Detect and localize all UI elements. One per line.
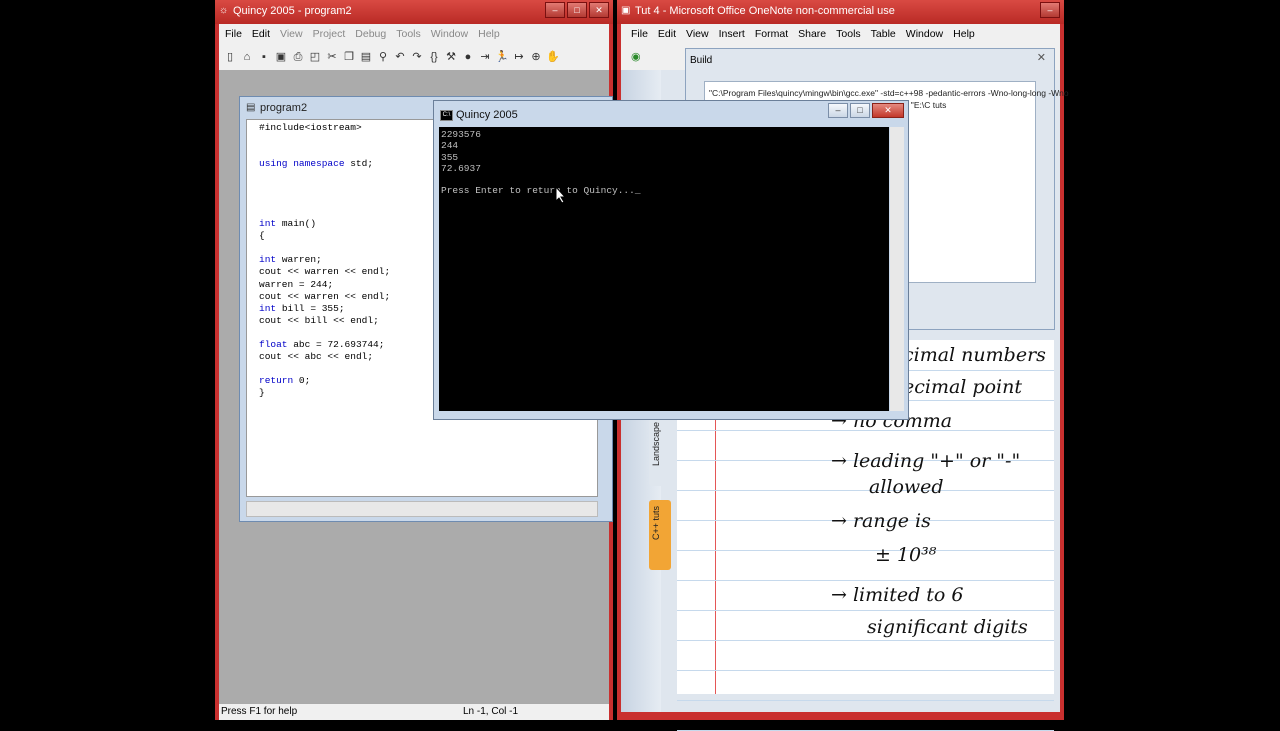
note-line: allowed	[869, 476, 944, 498]
onenote-menubar: File Edit View Insert Format Share Tools…	[621, 24, 1060, 44]
quincy-app-icon: ☼	[219, 5, 229, 16]
onenote-app-icon: ▣	[621, 5, 631, 16]
ruled-line	[677, 550, 1054, 551]
menu-debug[interactable]: Debug	[355, 28, 386, 40]
ruled-line	[677, 640, 1054, 641]
onenote-titlebar[interactable]: ▣ Tut 4 - Microsoft Office OneNote non-c…	[617, 0, 1064, 24]
ruled-line	[677, 700, 1054, 701]
build-close-icon[interactable]: ✕	[1037, 51, 1046, 64]
menu-tools[interactable]: Tools	[396, 28, 421, 40]
ruled-line	[677, 610, 1054, 611]
save-icon[interactable]: ▪	[257, 50, 271, 64]
tab-landscape[interactable]: Landscape	[649, 416, 671, 486]
build-title: Build	[690, 55, 713, 66]
on-menu-tools[interactable]: Tools	[836, 28, 861, 40]
build-icon[interactable]: ⚒	[444, 50, 458, 64]
step-icon[interactable]: ⇥	[478, 50, 492, 64]
console-maximize-button[interactable]: □	[850, 103, 870, 118]
save-all-icon[interactable]: ▣	[274, 50, 288, 64]
console-output: 2293576 244 355 72.6937 Press Enter to r…	[441, 129, 641, 197]
program2-title: program2	[260, 102, 308, 114]
ruled-line	[677, 490, 1054, 491]
status-help-text: Press F1 for help	[221, 706, 298, 717]
stop-icon[interactable]: ●	[461, 50, 475, 64]
breakpoint-icon[interactable]: ✋	[546, 50, 560, 64]
on-menu-share[interactable]: Share	[798, 28, 826, 40]
console-screen[interactable]: 2293576 244 355 72.6937 Press Enter to r…	[439, 127, 889, 411]
menu-window[interactable]: Window	[431, 28, 468, 40]
menu-view[interactable]: View	[280, 28, 303, 40]
open-folder-icon[interactable]: ⌂	[240, 50, 254, 64]
ruled-line	[677, 580, 1054, 581]
ruled-line	[677, 670, 1054, 671]
onenote-minimize-button[interactable]: –	[1040, 2, 1060, 18]
document-icon: ▤	[246, 102, 256, 113]
onenote-title: Tut 4 - Microsoft Office OneNote non-com…	[635, 5, 895, 17]
quincy-toolbar: ▯ ⌂ ▪ ▣ ⎙ ◰ ✂ ❐ ▤ ⚲ ↶ ↷ {} ⚒ ● ⇥ 🏃 ↦ ⊕ ✋	[219, 44, 609, 71]
menu-project[interactable]: Project	[313, 28, 346, 40]
menu-file[interactable]: File	[225, 28, 242, 40]
console-minimize-button[interactable]: –	[828, 103, 848, 118]
menu-help[interactable]: Help	[478, 28, 500, 40]
menu-edit[interactable]: Edit	[252, 28, 270, 40]
print-icon[interactable]: ⎙	[291, 50, 305, 64]
console-title: Quincy 2005	[456, 109, 518, 121]
minimize-button[interactable]: –	[545, 2, 565, 18]
run-icon[interactable]: 🏃	[495, 50, 509, 64]
copy-icon[interactable]: ❐	[342, 50, 356, 64]
redo-icon[interactable]: ↷	[410, 50, 424, 64]
horizontal-scrollbar[interactable]	[246, 501, 598, 517]
bracket-icon[interactable]: {}	[427, 50, 441, 64]
print-preview-icon[interactable]: ◰	[308, 50, 322, 64]
note-line: ecimal point	[903, 376, 1022, 398]
on-menu-table[interactable]: Table	[871, 28, 896, 40]
status-position: Ln -1, Col -1	[463, 706, 519, 717]
tab-cpp-tuts[interactable]: C++ tuts	[649, 500, 671, 570]
paste-icon[interactable]: ▤	[359, 50, 373, 64]
mouse-cursor-icon	[555, 186, 567, 204]
console-window: C:\ Quincy 2005 – □ ✕ 2293576 244 355 72…	[433, 100, 909, 420]
note-line: → leading "+" or "-"	[831, 450, 1021, 472]
console-scrollbar[interactable]	[890, 127, 904, 411]
on-menu-view[interactable]: View	[686, 28, 709, 40]
console-close-button[interactable]: ✕	[872, 103, 904, 118]
status-bar: Press F1 for help Ln -1, Col -1	[219, 703, 609, 720]
note-line: → limited to 6	[831, 584, 964, 606]
quincy-menubar: File Edit View Project Debug Tools Windo…	[219, 24, 609, 44]
on-menu-file[interactable]: File	[631, 28, 648, 40]
build-output-line: "C:\Program Files\quincy\mingw\bin\gcc.e…	[709, 88, 1069, 98]
on-menu-format[interactable]: Format	[755, 28, 788, 40]
watch-icon[interactable]: ⊕	[529, 50, 543, 64]
note-line: → range is	[831, 510, 931, 532]
console-icon: C:\	[440, 110, 453, 121]
undo-icon[interactable]: ↶	[393, 50, 407, 64]
note-line: ± 10³⁸	[875, 544, 937, 566]
on-menu-window[interactable]: Window	[906, 28, 943, 40]
quincy-titlebar[interactable]: ☼ Quincy 2005 - program2 – □ ✕	[215, 0, 613, 24]
maximize-button[interactable]: □	[567, 2, 587, 18]
on-menu-insert[interactable]: Insert	[719, 28, 745, 40]
close-button[interactable]: ✕	[589, 2, 609, 18]
note-line: cimal numbers	[903, 344, 1046, 366]
step-over-icon[interactable]: ↦	[512, 50, 526, 64]
cut-icon[interactable]: ✂	[325, 50, 339, 64]
on-menu-edit[interactable]: Edit	[658, 28, 676, 40]
note-line: significant digits	[867, 616, 1028, 638]
on-menu-help[interactable]: Help	[953, 28, 975, 40]
back-icon[interactable]: ◉	[631, 50, 641, 63]
find-icon[interactable]: ⚲	[376, 50, 390, 64]
quincy-title: Quincy 2005 - program2	[233, 5, 352, 17]
new-file-icon[interactable]: ▯	[223, 50, 237, 64]
